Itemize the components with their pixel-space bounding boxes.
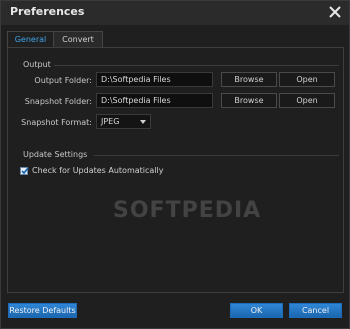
snapshot-open-button[interactable]: Open <box>279 93 335 108</box>
output-group-title: Output <box>23 60 51 69</box>
update-group-title: Update Settings <box>23 150 88 159</box>
softpedia-watermark: SOFTPEDIA <box>113 198 262 223</box>
output-divider <box>54 65 339 66</box>
chevron-down-icon <box>140 120 146 124</box>
snapshot-format-value: JPEG <box>101 117 120 126</box>
check-updates-checkbox[interactable] <box>20 167 29 175</box>
restore-defaults-button[interactable]: Restore Defaults <box>8 303 77 318</box>
title-bar: Preferences <box>1 1 349 25</box>
window-title: Preferences <box>10 5 85 18</box>
ok-button[interactable]: OK <box>230 303 283 318</box>
snapshot-folder-label: Snapshot Folder: <box>24 97 92 106</box>
tab-general[interactable]: General <box>7 31 54 48</box>
snapshot-browse-button[interactable]: Browse <box>221 93 277 108</box>
output-browse-button[interactable]: Browse <box>221 72 277 87</box>
snapshot-folder-field[interactable]: D:\Softpedia Files <box>96 93 213 108</box>
general-panel: Output Output Folder: D:\Softpedia Files… <box>7 47 344 293</box>
output-open-button[interactable]: Open <box>279 72 335 87</box>
snapshot-format-label: Snapshot Format: <box>21 118 92 127</box>
output-folder-label: Output Folder: <box>34 76 92 85</box>
tab-convert[interactable]: Convert <box>54 31 103 48</box>
close-icon[interactable] <box>327 4 343 20</box>
preferences-window: Preferences General Convert Output Outpu… <box>0 0 350 329</box>
snapshot-format-select[interactable]: JPEG <box>96 114 151 129</box>
cancel-button[interactable]: Cancel <box>289 303 342 318</box>
update-divider <box>94 155 339 156</box>
output-folder-field[interactable]: D:\Softpedia Files <box>96 72 213 87</box>
check-updates-label[interactable]: Check for Updates Automatically <box>32 166 164 175</box>
